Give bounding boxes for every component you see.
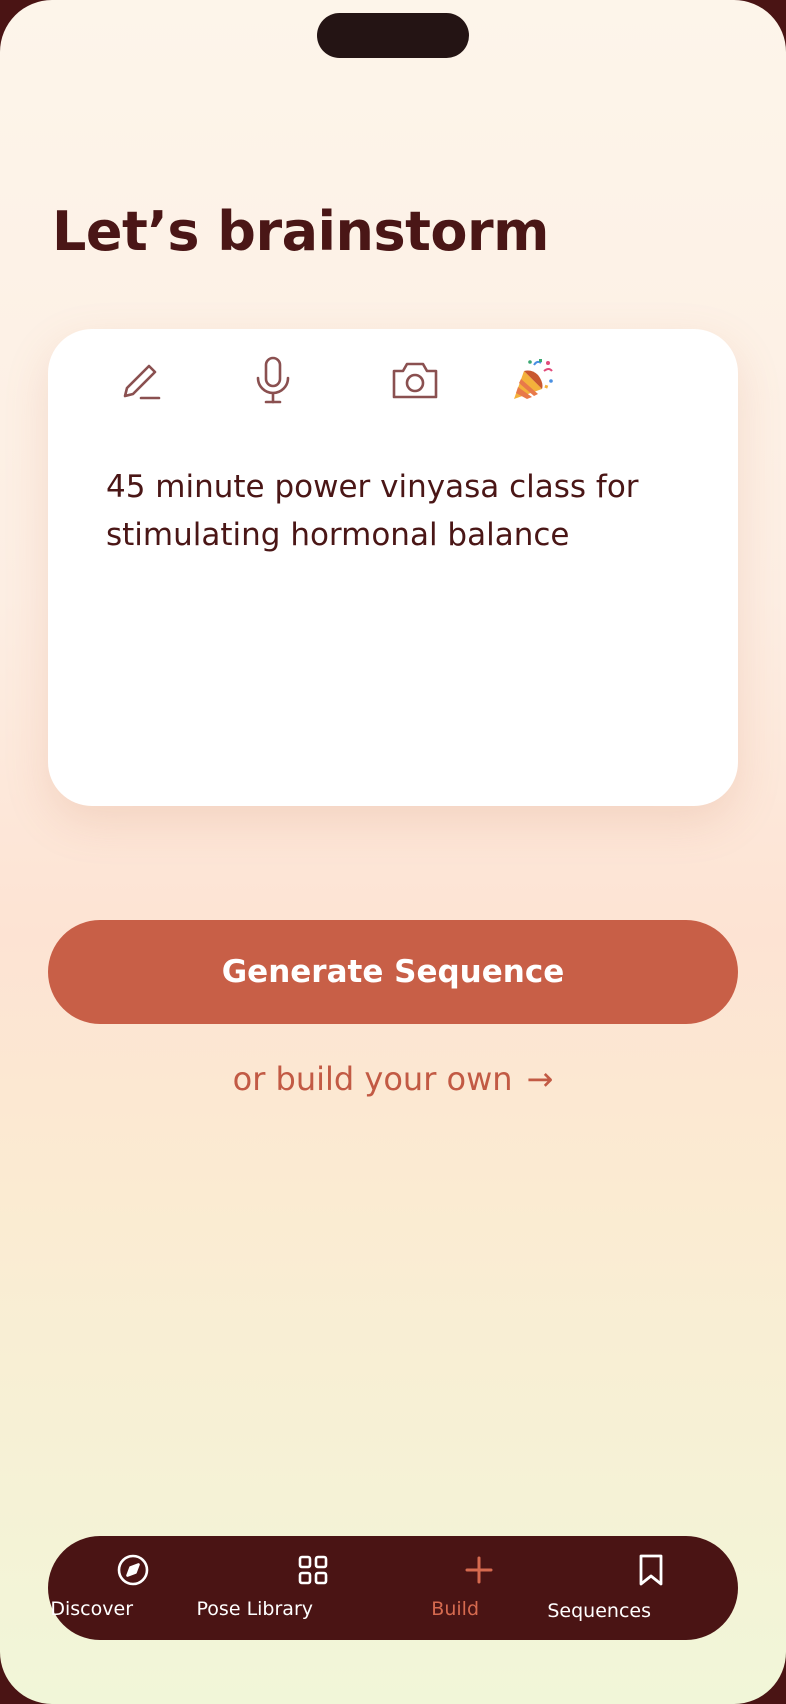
nav-label-pose-library: Pose Library xyxy=(196,1598,313,1620)
party-popper-tool-button[interactable] xyxy=(502,349,564,411)
arrow-right-icon: → xyxy=(526,1060,554,1098)
build-your-own-link[interactable]: or build your own → xyxy=(0,1060,786,1098)
camera-tool-button[interactable] xyxy=(384,349,446,411)
party-popper-icon xyxy=(510,357,556,403)
pencil-tool-button[interactable] xyxy=(110,349,172,411)
microphone-tool-button[interactable] xyxy=(242,349,304,411)
nav-label-sequences: Sequences xyxy=(547,1600,651,1622)
bookmark-icon xyxy=(631,1550,671,1590)
generate-sequence-label: Generate Sequence xyxy=(221,954,565,990)
page-title: Let’s brainstorm xyxy=(52,200,549,263)
phone-screen: Let’s brainstorm 45 minute power vinyasa… xyxy=(0,0,786,1704)
nav-label-discover: Discover xyxy=(50,1598,133,1620)
build-your-own-label: or build your own xyxy=(232,1060,513,1098)
prompt-card: 45 minute power vinyasa class for stimul… xyxy=(48,329,738,806)
prompt-text-input[interactable]: 45 minute power vinyasa class for stimul… xyxy=(106,463,666,559)
generate-sequence-button[interactable]: Generate Sequence xyxy=(48,920,738,1024)
pencil-icon xyxy=(119,358,163,402)
grid-icon xyxy=(293,1550,333,1590)
dynamic-island xyxy=(317,13,469,58)
bottom-nav-bar: Discover Pose Library Build Sequences xyxy=(48,1536,738,1640)
nav-label-build: Build xyxy=(431,1598,480,1620)
microphone-icon xyxy=(251,355,295,405)
camera-icon xyxy=(390,358,440,402)
compass-icon xyxy=(113,1550,153,1590)
plus-icon xyxy=(459,1550,499,1590)
